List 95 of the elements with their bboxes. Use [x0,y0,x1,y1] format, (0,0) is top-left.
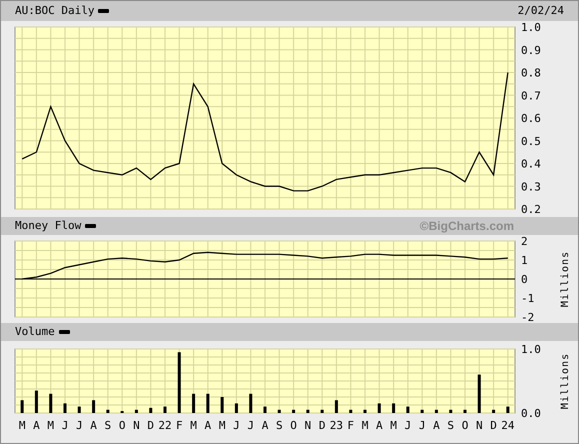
month-label: M [218,419,226,432]
month-label: M [362,419,368,432]
volume-bar [249,394,252,413]
volume-bar [406,406,410,413]
chart-date: 2/02/24 [518,2,564,19]
volume-bar [278,410,281,413]
month-label: F [347,419,354,432]
axis-tick-label: 1.0 [521,21,541,34]
month-label: N [133,419,140,432]
axis-title: Millions [560,352,571,410]
volume-bar [392,403,396,413]
month-label: M [390,419,397,432]
volume-bar [292,410,296,413]
legend-swatch-icon [98,9,110,13]
axis-tick-label: 0.8 [521,66,541,80]
volume-bar [492,410,496,413]
month-label: A [262,419,268,432]
axis-tick-label: 1.0 [521,343,541,356]
month-label: 23 [330,419,344,432]
axis-title: Millions [560,250,571,308]
month-label: 24 [501,419,514,432]
month-label: S [447,419,454,432]
volume-bar [234,403,238,413]
axis-tick-label: 0.0 [521,407,541,420]
volume-bar [206,394,210,413]
panel-title: Volume [15,324,55,340]
month-label: A [376,419,383,432]
axis-tick-label: 0.9 [521,44,541,57]
month-label: A [33,419,40,432]
volume-bar [64,403,66,413]
axis-tick-label: 0.6 [521,112,541,125]
volume-bar [464,410,466,413]
month-label: J [404,419,412,432]
month-label: A [433,419,440,432]
volume-bar [349,410,352,413]
month-label: M [190,419,197,432]
axis-tick-label: 0.7 [521,89,541,102]
panel-title: Money Flow [15,218,82,234]
axis-tick-label: 0.5 [521,134,541,148]
month-label: 22 [158,419,172,432]
axis-tick-label: -1 [521,292,534,305]
volume-bar [78,406,81,413]
credit-text: ©BigCharts.com [420,218,514,235]
month-label: S [104,419,112,432]
volume-bar [334,400,338,413]
month-label: J [418,419,426,432]
month-label: M [18,419,26,432]
volume-bar [420,410,424,413]
volume-bar [364,410,366,413]
month-label: O [290,419,297,432]
volume-bar [306,410,310,413]
month-label: N [476,419,483,432]
axis-tick-label: 0.2 [521,203,541,216]
volume-bar [449,410,452,413]
month-label: M [47,419,54,432]
month-label: O [462,419,468,432]
axis-tick-label: 2 [521,235,528,248]
volume-bar [164,406,166,413]
month-label: A [90,419,97,432]
volume-bar [220,397,224,413]
month-label: O [118,419,126,432]
volume-bar [320,410,324,413]
volume-bar [478,374,481,413]
month-label: J [62,419,68,432]
volume-bar [92,400,96,413]
legend-swatch-icon [58,330,70,334]
volume-bar [49,394,52,413]
volume-bar [34,390,38,413]
month-label: N [304,419,312,432]
volume-bar [134,410,138,413]
axis-tick-label: 0.3 [521,180,541,194]
month-label: J [247,419,254,432]
month-label: J [233,419,240,432]
axis-tick-label: 0 [521,273,528,286]
month-label: S [276,419,283,432]
volume-bar [192,394,196,413]
chart-title: AU:BOC Daily [15,2,94,19]
axis-tick-label: 0.4 [521,158,541,170]
volume-bar [264,406,266,413]
volume-bar [20,400,24,413]
month-label: F [176,419,183,432]
legend-swatch-icon [85,224,96,228]
volume-bar [106,410,110,413]
volume-bar [506,406,510,413]
volume-bar [149,408,152,413]
month-label: D [147,419,154,432]
axis-tick-label: -2 [521,311,534,323]
volume-bar [178,352,181,413]
volume-bar [378,403,381,413]
month-label: J [76,419,83,432]
month-label: D [490,419,497,432]
axis-tick-label: 1 [521,254,528,267]
volume-bar [434,410,438,413]
month-label: D [318,419,326,432]
month-label: A [204,419,212,432]
